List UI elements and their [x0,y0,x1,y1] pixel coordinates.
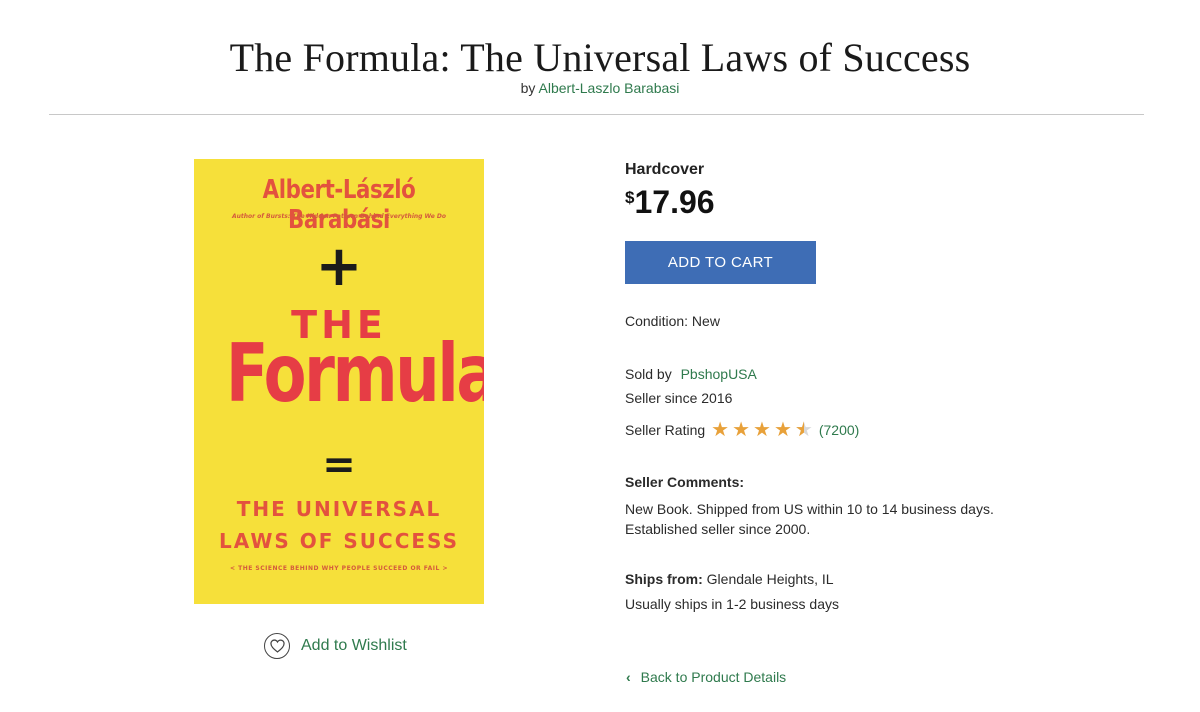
price-amount: 17.96 [634,184,715,220]
rating-count-link[interactable]: (7200) [819,422,859,438]
seller-link[interactable]: PbshopUSA [681,366,757,382]
cover-plus-sign: + [315,234,363,299]
book-cover-image: Albert-László Barabási Author of Bursts:… [194,159,484,604]
header-divider [49,114,1144,115]
add-to-wishlist-button[interactable]: Add to Wishlist [264,633,407,659]
cover-subtitle-small: < THE SCIENCE BEHIND WHY PEOPLE SUCCEED … [230,565,448,572]
byline: by Albert-Laszlo Barabasi [0,80,1200,96]
seller-since: Seller since 2016 [625,390,733,406]
add-to-cart-button[interactable]: ADD TO CART [625,241,816,284]
seller-rating: Seller Rating ★ ★ ★ ★ ★ (7200) [625,420,859,440]
wishlist-label[interactable]: Add to Wishlist [301,637,407,655]
back-to-product-details-link[interactable]: ‹ Back to Product Details [626,669,786,685]
chevron-left-icon: ‹ [626,669,631,685]
half-star-icon: ★ [795,420,813,440]
price: $17.96 [625,184,715,221]
star-icon: ★ [711,419,730,441]
cover-equals-sign: = [322,442,356,488]
cover-title-formula: Formula [225,327,484,420]
star-icon: ★ [773,419,792,441]
price-currency: $ [625,188,635,207]
author-link[interactable]: Albert-Laszlo Barabasi [539,80,680,96]
ships-time: Usually ships in 1-2 business days [625,596,839,612]
seller-comments-label: Seller Comments: [625,474,745,490]
ships-from-label: Ships from: [625,571,703,587]
format-label: Hardcover [625,161,705,178]
page-title: The Formula: The Universal Laws of Succe… [229,35,971,80]
seller-comments-text: New Book. Shipped from US within 10 to 1… [625,501,994,537]
seller-rating-label: Seller Rating [625,422,706,438]
cover-subtitle-line1: THE UNIVERSAL [236,497,442,521]
condition-text: Condition: New [625,313,720,329]
byline-prefix: by [520,80,536,96]
heart-icon[interactable] [264,633,290,659]
star-icon: ★ [732,419,751,441]
sold-by: Sold by PbshopUSA [625,366,757,382]
cover-tagline: Author of Bursts: The Hidden Pattern Beh… [231,213,447,220]
ships-from-value: Glendale Heights, IL [702,571,834,587]
cover-author: Albert-László Barabási [262,175,416,235]
cover-subtitle-line2: LAWS OF SUCCESS [219,529,459,553]
back-link-label[interactable]: Back to Product Details [641,669,787,685]
star-icon: ★ [753,419,771,441]
rating-stars: ★ ★ ★ ★ ★ [711,420,816,440]
sold-by-label: Sold by [625,366,672,382]
ships-from: Ships from: Glendale Heights, IL [625,571,834,587]
